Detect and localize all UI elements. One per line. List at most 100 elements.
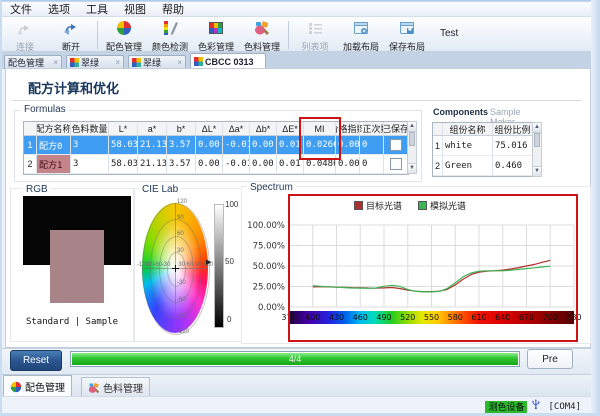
cielab-b-tick: -30 bbox=[177, 280, 186, 287]
menu-item[interactable]: 工具 bbox=[78, 1, 116, 17]
toolbar-button-save-layout[interactable]: 保存布局 bbox=[385, 19, 429, 53]
menu-item[interactable]: 帮助 bbox=[154, 1, 192, 17]
svg-text:490: 490 bbox=[376, 313, 391, 322]
window-frame-right bbox=[591, 0, 600, 416]
value-cell: 0.01 bbox=[277, 136, 304, 155]
cielab-b-tick: 90 bbox=[177, 215, 184, 222]
menu-item[interactable]: 视图 bbox=[116, 1, 154, 17]
connect-icon bbox=[17, 20, 33, 36]
color-manage-icon bbox=[208, 20, 224, 36]
close-tab-icon[interactable]: × bbox=[115, 58, 120, 67]
formula-name-cell: 配方1 bbox=[37, 155, 71, 174]
value-cell: 3.57 bbox=[167, 136, 196, 155]
scroll-down-icon[interactable]: ▼ bbox=[533, 166, 541, 176]
cielab-sample-marker bbox=[172, 265, 179, 272]
spectrum-panel: Spectrum 0.00%25.00%50.00%75.00%100.00%3… bbox=[241, 186, 591, 344]
value-cell: 0 bbox=[360, 155, 384, 174]
load-layout-icon bbox=[353, 20, 369, 36]
svg-text:75.00%: 75.00% bbox=[253, 242, 285, 252]
scroll-up-icon[interactable]: ▲ bbox=[533, 123, 541, 133]
document-tab-strip: 配色管理× 翠绿× 翠绿× CBCC 0313 bbox=[2, 52, 591, 69]
document-tab-label: CBCC 0313 bbox=[205, 57, 254, 67]
value-cell: 0.00 bbox=[196, 136, 223, 155]
scroll-up-icon[interactable]: ▲ bbox=[408, 122, 416, 132]
column-header: 色料数量 bbox=[71, 122, 109, 136]
saved-checkbox[interactable] bbox=[390, 139, 402, 151]
toolbar-button-color-matching[interactable]: 配色管理 bbox=[102, 19, 146, 53]
cielab-panel: CIE Lab 120120909060603030-30-30-60-60-9… bbox=[134, 188, 242, 342]
column-header bbox=[24, 122, 37, 136]
value-cell: 0 bbox=[360, 136, 384, 155]
value-cell: 0.00 bbox=[250, 155, 277, 174]
components-scrollbar[interactable]: ▲▼ bbox=[532, 122, 542, 177]
rgb-panel: RGB Standard | Sample bbox=[10, 188, 134, 342]
close-tab-icon[interactable]: × bbox=[53, 58, 58, 67]
column-header bbox=[433, 123, 443, 136]
formulas-group-label: Formulas bbox=[21, 104, 69, 115]
component-ratio-cell: 75.016 bbox=[493, 136, 533, 156]
column-header: 价格指数 bbox=[336, 122, 360, 136]
row-number: 2 bbox=[24, 155, 37, 174]
colorant-manage-icon bbox=[254, 20, 270, 36]
svg-text:50.00%: 50.00% bbox=[253, 262, 285, 272]
components-panel: Components Sample Maker 组份名称组份比例1white75… bbox=[428, 106, 546, 182]
column-header: ΔL* bbox=[196, 122, 223, 136]
svg-text:700: 700 bbox=[543, 313, 558, 322]
application-window: 文件选项工具视图帮助 连接断开配色管理颜色检测色彩管理色料管理列表项加载布局保存… bbox=[0, 0, 600, 416]
cielab-b-tick: -90 bbox=[177, 313, 186, 320]
saved-cell bbox=[384, 136, 408, 155]
lightness-label-bottom: 0 bbox=[227, 315, 231, 324]
toolbar-button-color-detect[interactable]: 颜色检测 bbox=[148, 19, 192, 53]
value-cell: 58.03 bbox=[109, 155, 138, 174]
reset-button[interactable]: Reset bbox=[10, 350, 62, 371]
value-cell: 0.0486 bbox=[304, 155, 336, 174]
formulas-table: 配方名称色料数量L*a*b*ΔL*Δa*Δb*ΔE*MI价格指数修正次数已保存1… bbox=[23, 121, 409, 175]
menu-item[interactable]: 选项 bbox=[40, 1, 78, 17]
value-cell: 21.13 bbox=[138, 155, 167, 174]
target-spectrum-label: 目标光谱 bbox=[366, 199, 402, 212]
tab-components[interactable]: Components bbox=[433, 107, 488, 117]
document-tab[interactable]: 翠绿× bbox=[128, 55, 186, 69]
toolbar-button-load-layout[interactable]: 加载布局 bbox=[339, 19, 383, 53]
cielab-a-tick: -60 bbox=[154, 262, 163, 269]
menu-item[interactable]: 文件 bbox=[2, 1, 40, 17]
spectrum-panel-title: Spectrum bbox=[247, 182, 296, 193]
value-cell: 3 bbox=[71, 155, 109, 174]
disconnect-icon bbox=[63, 20, 79, 36]
document-tab[interactable]: 配色管理× bbox=[4, 55, 62, 69]
bottom-tab-colorant-manage[interactable]: 色料管理 bbox=[81, 377, 150, 397]
standard-sample-caption: Standard | Sample bbox=[11, 317, 133, 327]
toolbar-button-colorant-manage[interactable]: 色料管理 bbox=[240, 19, 284, 53]
row-number: 1 bbox=[24, 136, 37, 155]
pre-button[interactable]: Pre bbox=[527, 349, 573, 369]
column-header: Δb* bbox=[250, 122, 277, 136]
svg-text:370: 370 bbox=[281, 313, 296, 322]
scroll-thumb[interactable] bbox=[409, 132, 415, 146]
formulas-scrollbar[interactable]: ▲▼ bbox=[407, 121, 417, 174]
value-cell: 0.00 bbox=[250, 136, 277, 155]
saved-checkbox[interactable] bbox=[390, 158, 402, 170]
scroll-thumb[interactable] bbox=[534, 133, 540, 147]
value-cell: -0.01 bbox=[223, 136, 250, 155]
document-tab[interactable]: 翠绿× bbox=[66, 55, 124, 69]
column-header: ΔE* bbox=[277, 122, 304, 136]
page-title: 配方计算和优化 bbox=[28, 78, 119, 97]
svg-text:0.00%: 0.00% bbox=[258, 303, 285, 313]
color-matching-icon bbox=[10, 381, 22, 393]
toolbar-button-connect: 连接 bbox=[3, 19, 47, 53]
formulas-group: Formulas 配方名称色料数量L*a*b*ΔL*Δa*Δb*ΔE*MI价格指… bbox=[14, 110, 422, 182]
lightness-label-top: 100 bbox=[225, 200, 238, 209]
com-port-label: [COM4] bbox=[548, 402, 581, 412]
toolbar-button-disconnect[interactable]: 断开 bbox=[49, 19, 93, 53]
column-header: 修正次数 bbox=[360, 122, 384, 136]
scroll-down-icon[interactable]: ▼ bbox=[408, 163, 416, 173]
toolbar-button-color-manage[interactable]: 色彩管理 bbox=[194, 19, 238, 53]
cielab-b-tick: 60 bbox=[177, 231, 184, 238]
component-name-cell: Green bbox=[443, 156, 493, 176]
document-tab[interactable]: CBCC 0313 bbox=[190, 53, 266, 69]
bottom-tab-color-matching[interactable]: 配色管理 bbox=[3, 375, 72, 397]
lightness-label-mid: 50 bbox=[225, 257, 234, 266]
progress-text: 4/4 bbox=[71, 352, 519, 366]
close-tab-icon[interactable]: × bbox=[177, 58, 182, 67]
value-cell: 0.00 bbox=[336, 136, 360, 155]
